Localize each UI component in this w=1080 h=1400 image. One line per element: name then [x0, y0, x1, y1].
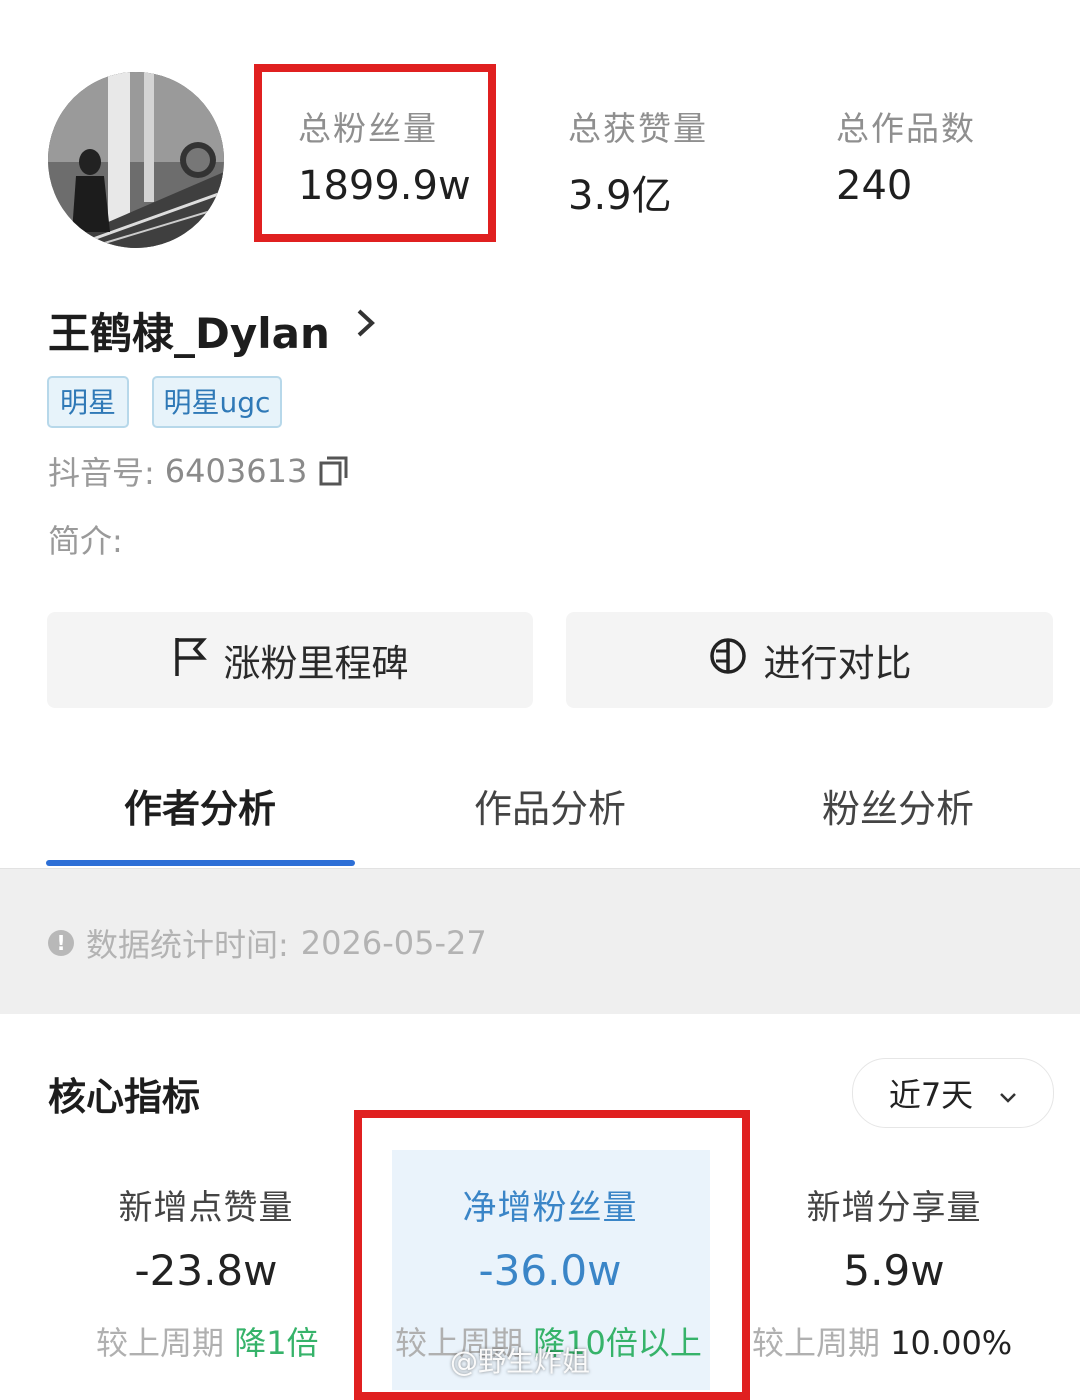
- stat-value-total-works: 240: [836, 163, 913, 209]
- copy-icon[interactable]: [317, 454, 351, 488]
- tab-works-analysis[interactable]: 作品分析: [400, 778, 700, 833]
- metric-value-new-shares: 5.9w: [843, 1246, 945, 1295]
- chevron-right-icon[interactable]: [354, 305, 378, 349]
- chevron-down-icon: [999, 1074, 1017, 1112]
- milestone-button-label: 涨粉里程碑: [223, 642, 409, 685]
- data-time-notice: ! 数据统计时间: 2026-05-27: [48, 920, 487, 966]
- compare-icon: [708, 636, 748, 685]
- compare-label: 较上周期: [96, 1324, 225, 1362]
- douyin-id-label: 抖音号:: [48, 454, 155, 492]
- metric-value-new-likes: -23.8w: [134, 1246, 278, 1295]
- metric-label-net-fans: 净增粉丝量: [462, 1188, 638, 1228]
- flag-icon: [172, 634, 208, 687]
- notice-label: 数据统计时间:: [86, 926, 289, 964]
- info-icon: !: [48, 930, 74, 956]
- compare-button-label: 进行对比: [763, 642, 912, 685]
- metric-value-net-fans: -36.0w: [478, 1246, 622, 1295]
- tab-fans-analysis[interactable]: 粉丝分析: [748, 778, 1048, 833]
- metric-label-new-likes: 新增点赞量: [118, 1188, 294, 1228]
- stat-value-total-fans: 1899.9w: [298, 163, 471, 209]
- metric-compare-new-likes: 较上周期 降1倍: [96, 1318, 319, 1364]
- compare-value: 降1倍: [234, 1324, 319, 1362]
- compare-label: 较上周期: [752, 1324, 881, 1362]
- douyin-id-value: 6403613: [164, 452, 308, 490]
- milestone-button[interactable]: 涨粉里程碑: [47, 612, 533, 708]
- active-tab-indicator: [46, 860, 355, 866]
- period-select[interactable]: 近7天: [852, 1058, 1054, 1128]
- stat-label-total-works: 总作品数: [836, 109, 976, 148]
- notice-date: 2026-05-27: [300, 924, 487, 962]
- section-title: 核心指标: [48, 1075, 201, 1119]
- douyin-id-row: 抖音号: 6403613: [48, 448, 351, 494]
- tag-star: 明星: [47, 376, 129, 428]
- avatar[interactable]: [48, 72, 224, 248]
- metric-compare-new-shares: 较上周期 10.00%: [752, 1318, 1012, 1364]
- compare-button[interactable]: 进行对比: [566, 612, 1053, 708]
- weibo-watermark: @野生炸姐: [450, 1345, 591, 1378]
- tag-star-ugc: 明星ugc: [152, 376, 282, 428]
- highlight-box-total-fans: [254, 64, 496, 242]
- profile-name[interactable]: 王鹤棣_Dylan: [48, 300, 330, 361]
- stat-label-total-likes: 总获赞量: [568, 109, 708, 148]
- stat-label-total-fans: 总粉丝量: [298, 109, 438, 148]
- period-value: 近7天: [888, 1076, 974, 1114]
- intro-label: 简介:: [48, 522, 123, 560]
- metric-label-new-shares: 新增分享量: [806, 1188, 982, 1228]
- compare-value: 10.00%: [890, 1324, 1013, 1362]
- stat-value-total-likes: 3.9亿: [568, 173, 672, 219]
- tab-author-analysis[interactable]: 作者分析: [50, 778, 350, 833]
